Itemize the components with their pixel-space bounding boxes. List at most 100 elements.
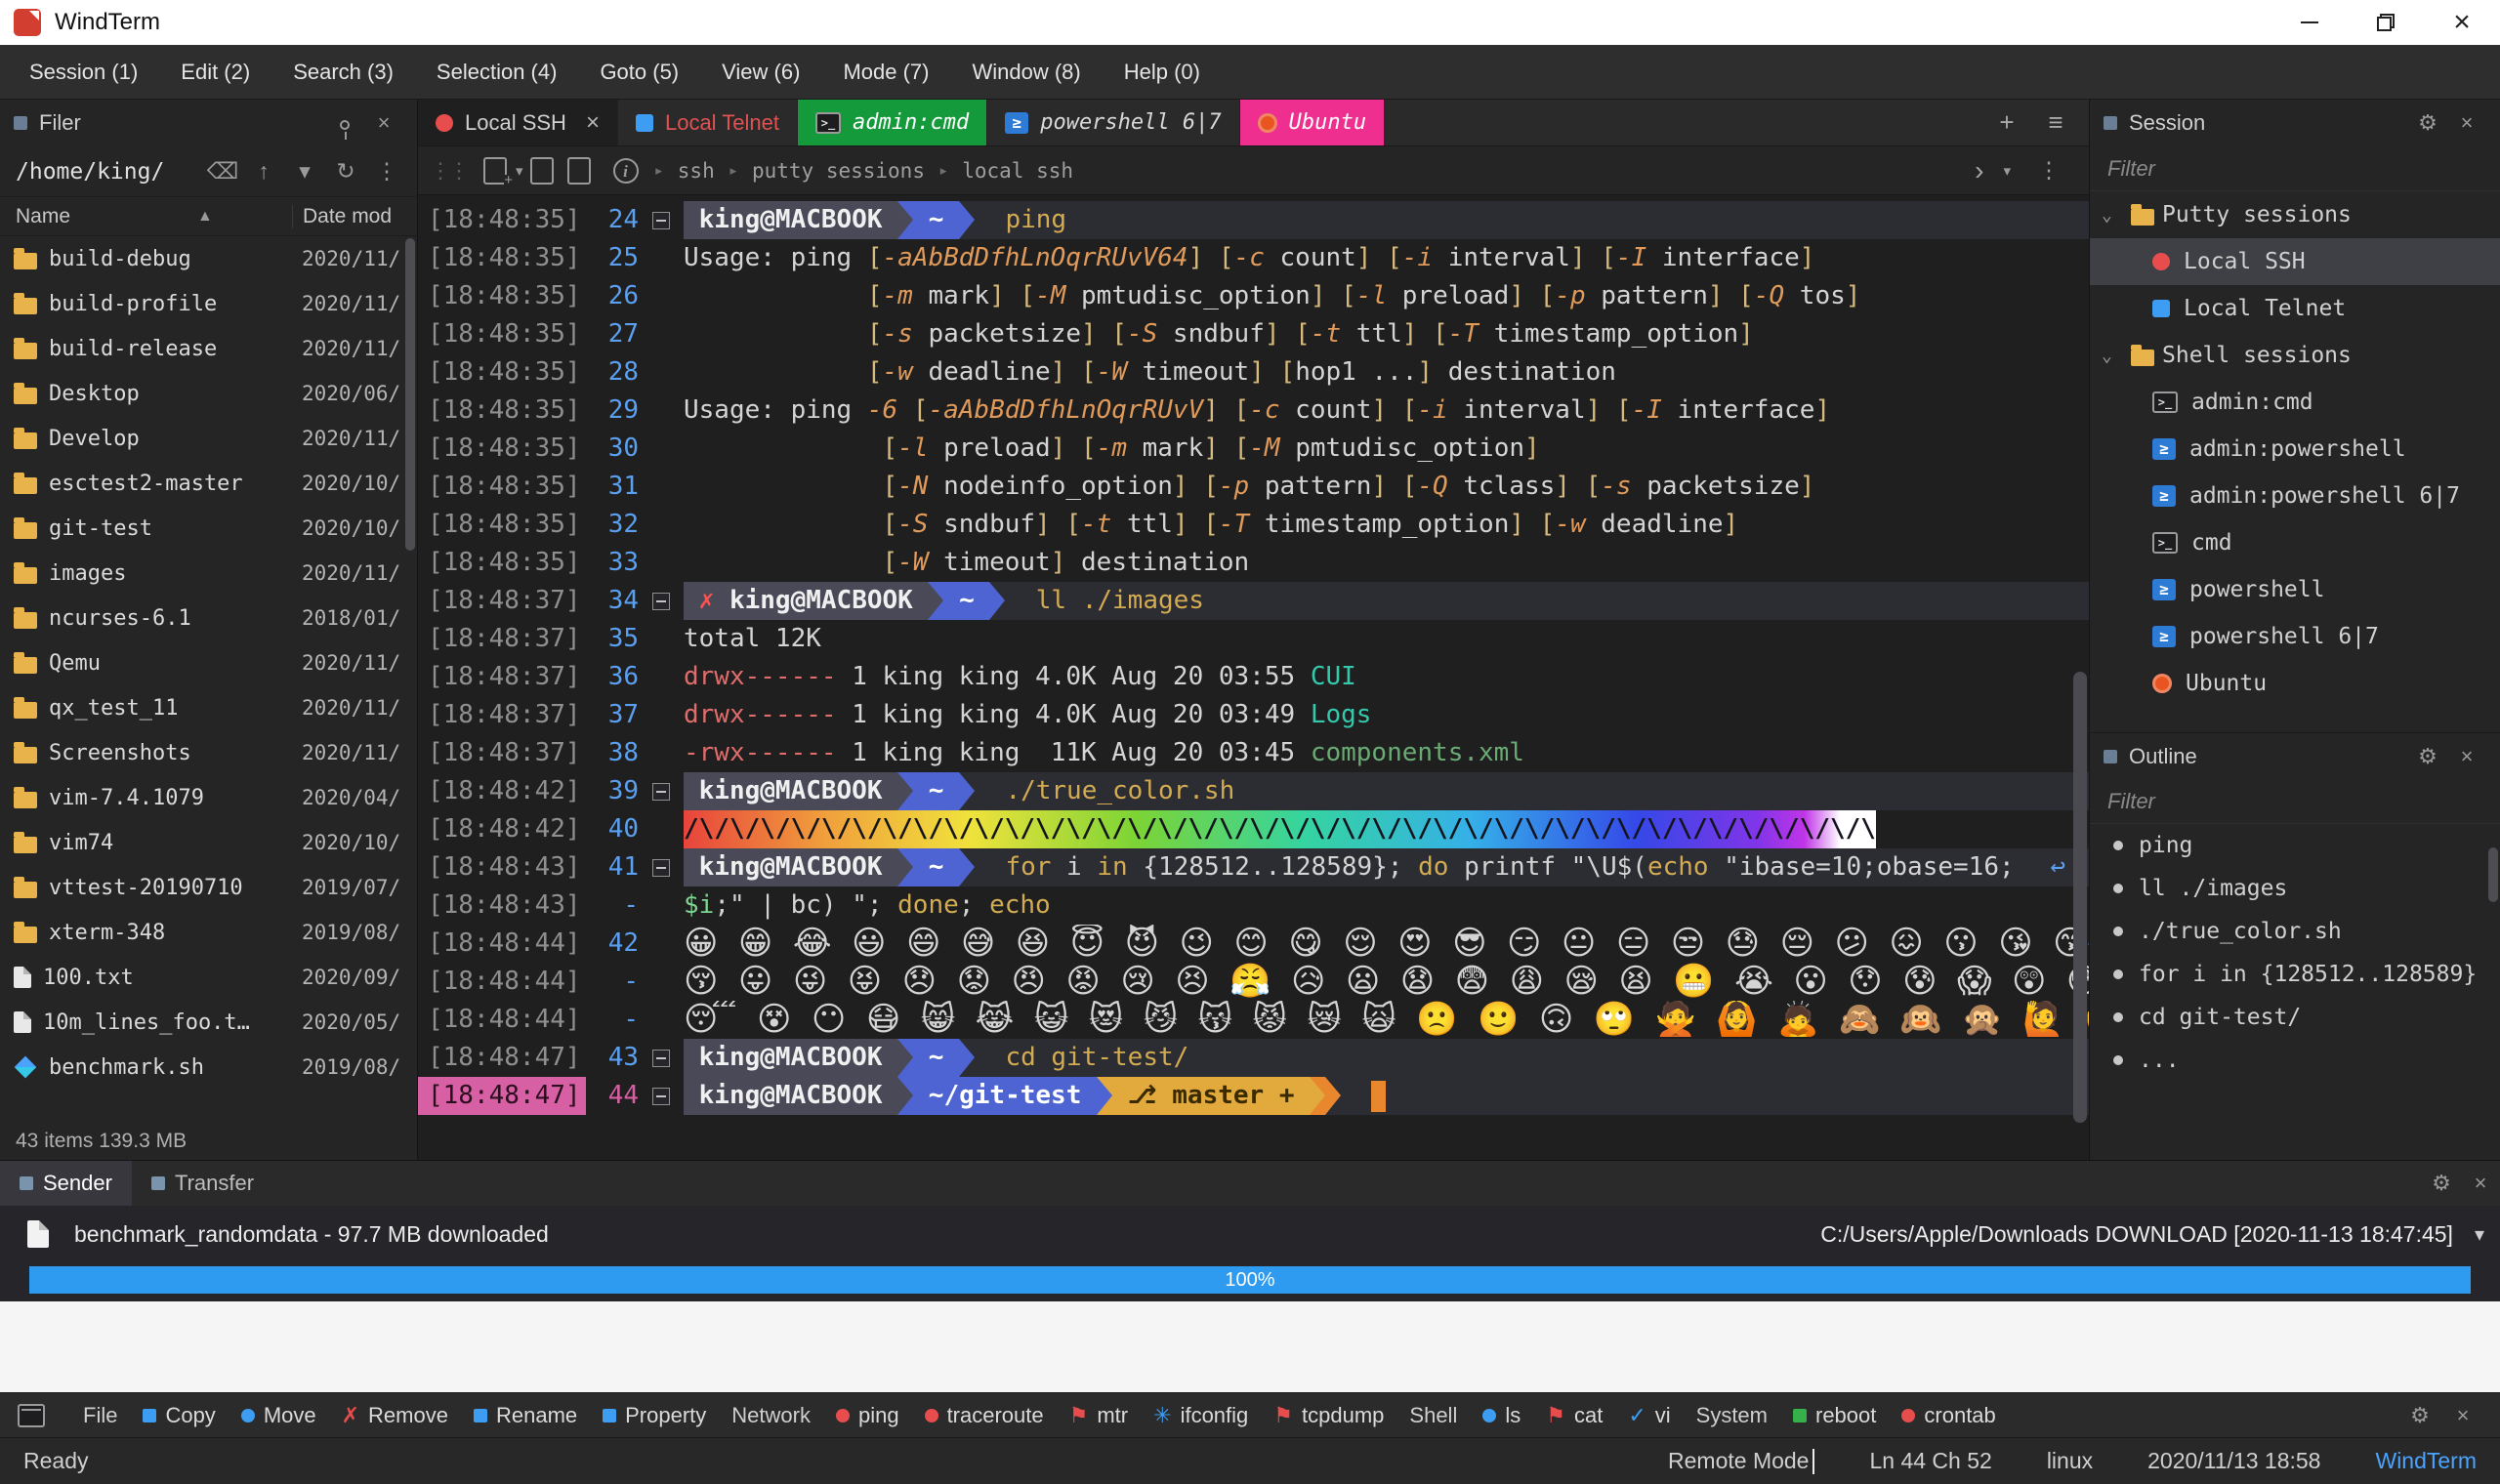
fold-marker-icon[interactable] bbox=[652, 1087, 670, 1105]
toolbar-item-vi[interactable]: ✓ vi bbox=[1615, 1393, 1683, 1438]
file-row-develop[interactable]: Develop 2020/11/ bbox=[0, 416, 417, 461]
status-os[interactable]: linux bbox=[2047, 1448, 2093, 1474]
terminal-scrollbar[interactable] bbox=[2073, 672, 2087, 1123]
outline-close-icon[interactable]: × bbox=[2447, 744, 2486, 769]
file-row-10m-lines-foo-t[interactable]: 10m_lines_foo.t… 2020/05/ bbox=[0, 1000, 417, 1045]
column-name[interactable]: Name ▲ bbox=[16, 205, 292, 228]
toolbar-dropdown-icon[interactable]: ▾ bbox=[2003, 162, 2011, 180]
new-session-icon[interactable]: + bbox=[483, 156, 513, 187]
fold-marker-icon[interactable] bbox=[652, 211, 670, 229]
toolbar-item-mtr[interactable]: ⚑ mtr bbox=[1057, 1393, 1142, 1438]
outline-item-cd-git-test[interactable]: cd git-test/ bbox=[2090, 996, 2500, 1039]
outline-item-ll-images[interactable]: ll ./images bbox=[2090, 867, 2500, 910]
file-list[interactable]: build-debug 2020/11/build-profile 2020/11/… bbox=[0, 236, 417, 1123]
session-item-local-ssh[interactable]: Local SSH bbox=[2090, 238, 2500, 285]
status-mode[interactable]: Remote Mode bbox=[1668, 1448, 1815, 1475]
tab-list-button[interactable]: ≡ bbox=[2036, 107, 2075, 138]
menu-item-view-6[interactable]: View (6) bbox=[700, 45, 821, 100]
tab-close-icon[interactable]: × bbox=[586, 109, 600, 137]
file-row-build-release[interactable]: build-release 2020/11/ bbox=[0, 326, 417, 371]
file-row-vttest-20190710[interactable]: vttest-20190710 2019/07/ bbox=[0, 865, 417, 910]
session-close-icon[interactable]: × bbox=[2447, 110, 2486, 136]
toolbar-item-copy[interactable]: Copy bbox=[130, 1393, 228, 1438]
toolbar-item-system[interactable]: System bbox=[1684, 1393, 1780, 1438]
sender-close-icon[interactable]: × bbox=[2461, 1171, 2500, 1196]
file-row-xterm-348[interactable]: xterm-348 2019/08/ bbox=[0, 910, 417, 955]
menu-item-mode-7[interactable]: Mode (7) bbox=[821, 45, 950, 100]
session-item-ubuntu[interactable]: Ubuntu bbox=[2090, 660, 2500, 707]
menu-item-selection-4[interactable]: Selection (4) bbox=[415, 45, 579, 100]
terminal-window-icon[interactable] bbox=[18, 1403, 45, 1427]
toolbar-item-cat[interactable]: ⚑ cat bbox=[1533, 1393, 1615, 1438]
session-item-cmd[interactable]: >_ cmd bbox=[2090, 519, 2500, 566]
outline-item-for-i-in-128512-128589[interactable]: for i in {128512..128589} bbox=[2090, 953, 2500, 996]
toolbar-more-icon[interactable]: ⋮ bbox=[2028, 157, 2069, 184]
file-row-images[interactable]: images 2020/11/ bbox=[0, 551, 417, 596]
toolbar-close-icon[interactable]: × bbox=[2443, 1403, 2482, 1428]
run-icon[interactable]: › bbox=[1975, 155, 1983, 186]
toolbar-item-remove[interactable]: ✗ Remove bbox=[329, 1393, 461, 1438]
breadcrumb-putty-sessions[interactable]: putty sessions bbox=[752, 159, 925, 183]
menu-item-search-3[interactable]: Search (3) bbox=[271, 45, 415, 100]
tab-powershell-6-7[interactable]: ≥ powershell 6|7 bbox=[987, 100, 1240, 145]
toolbar-item-rename[interactable]: Rename bbox=[461, 1393, 590, 1438]
file-row-qx-test-11[interactable]: qx_test_11 2020/11/ bbox=[0, 685, 417, 730]
menu-item-window-8[interactable]: Window (8) bbox=[950, 45, 1102, 100]
toolbar-settings-icon[interactable]: ⚙ bbox=[2400, 1403, 2439, 1428]
toolbar-item-ifconfig[interactable]: ✳ ifconfig bbox=[1141, 1393, 1261, 1438]
tab-ubuntu[interactable]: Ubuntu bbox=[1239, 100, 1386, 145]
status-brand[interactable]: WindTerm bbox=[2375, 1448, 2477, 1474]
toolbar-item-crontab[interactable]: crontab bbox=[1889, 1393, 2008, 1438]
fold-marker-icon[interactable] bbox=[652, 858, 670, 877]
file-row-screenshots[interactable]: Screenshots 2020/11/ bbox=[0, 730, 417, 775]
refresh-icon[interactable]: ↻ bbox=[325, 158, 366, 185]
outline-item-ping[interactable]: ping bbox=[2090, 824, 2500, 867]
toolbar-item-move[interactable]: Move bbox=[229, 1393, 329, 1438]
outline-item-[interactable]: ... bbox=[2090, 1039, 2500, 1082]
toolbar-item-file[interactable]: File bbox=[70, 1393, 130, 1438]
sender-tab-transfer[interactable]: Transfer bbox=[132, 1161, 273, 1206]
close-button[interactable]: × bbox=[2424, 0, 2500, 45]
outline-filter-input[interactable]: Filter bbox=[2090, 779, 2500, 824]
filer-scrollbar[interactable] bbox=[405, 238, 415, 551]
breadcrumb-local-ssh[interactable]: local ssh bbox=[962, 159, 1073, 183]
clear-path-icon[interactable]: ⌫ bbox=[202, 158, 243, 185]
session-filter-input[interactable]: Filter bbox=[2090, 146, 2500, 191]
file-row-benchmark-sh[interactable]: benchmark.sh 2019/08/ bbox=[0, 1045, 417, 1090]
new-session-dropdown-icon[interactable]: ▾ bbox=[516, 162, 523, 180]
status-cursor-position[interactable]: Ln 44 Ch 52 bbox=[1869, 1448, 1991, 1474]
transfer-dropdown-icon[interactable]: ▾ bbox=[2475, 1222, 2484, 1247]
column-date[interactable]: Date mod bbox=[292, 204, 417, 228]
filer-more-icon[interactable]: ⋮ bbox=[366, 158, 407, 185]
sender-tab-sender[interactable]: Sender bbox=[0, 1161, 132, 1206]
fold-marker-icon[interactable] bbox=[652, 592, 670, 610]
right-panel-scrollbar[interactable] bbox=[2488, 847, 2498, 902]
session-item-admin-powershell[interactable]: ≥ admin:powershell bbox=[2090, 426, 2500, 473]
file-row-git-test[interactable]: git-test 2020/10/ bbox=[0, 506, 417, 551]
session-item-shell-sessions[interactable]: ⌄ Shell sessions bbox=[2090, 332, 2500, 379]
up-directory-icon[interactable]: ↑ bbox=[243, 158, 284, 185]
toolbar-item-property[interactable]: Property bbox=[590, 1393, 719, 1438]
toolbar-item-shell[interactable]: Shell bbox=[1396, 1393, 1470, 1438]
session-item-powershell-6-7[interactable]: ≥ powershell 6|7 bbox=[2090, 613, 2500, 660]
file-row-100-txt[interactable]: 100.txt 2020/09/ bbox=[0, 955, 417, 1000]
filer-close-button[interactable]: × bbox=[364, 110, 403, 136]
menu-item-goto-5[interactable]: Goto (5) bbox=[578, 45, 700, 100]
fold-marker-icon[interactable] bbox=[652, 1049, 670, 1067]
outline-item-true-color-sh[interactable]: ./true_color.sh bbox=[2090, 910, 2500, 953]
toolbar-item-tcpdump[interactable]: ⚑ tcpdump bbox=[1261, 1393, 1396, 1438]
minimize-button[interactable] bbox=[2271, 0, 2348, 45]
session-item-putty-sessions[interactable]: ⌄ Putty sessions bbox=[2090, 191, 2500, 238]
path-input[interactable]: /home/king/ bbox=[16, 159, 202, 185]
file-row-ncurses-6-1[interactable]: ncurses-6.1 2018/01/ bbox=[0, 596, 417, 640]
menu-item-edit-2[interactable]: Edit (2) bbox=[159, 45, 271, 100]
toolbar-item-ls[interactable]: ls bbox=[1470, 1393, 1533, 1438]
session-item-admin-powershell-6-7[interactable]: ≥ admin:powershell 6|7 bbox=[2090, 473, 2500, 519]
fold-marker-icon[interactable] bbox=[652, 782, 670, 801]
restore-button[interactable] bbox=[2348, 0, 2424, 45]
file-row-desktop[interactable]: Desktop 2020/06/ bbox=[0, 371, 417, 416]
file-row-esctest2-master[interactable]: esctest2-master 2020/10/ bbox=[0, 461, 417, 506]
terminal-viewport[interactable]: [18:48:35] 24 king@MACBOOK ~ ping [18:48:3… bbox=[418, 195, 2089, 1160]
menu-item-session-1[interactable]: Session (1) bbox=[8, 45, 159, 100]
toolbar-item-ping[interactable]: ping bbox=[823, 1393, 912, 1438]
